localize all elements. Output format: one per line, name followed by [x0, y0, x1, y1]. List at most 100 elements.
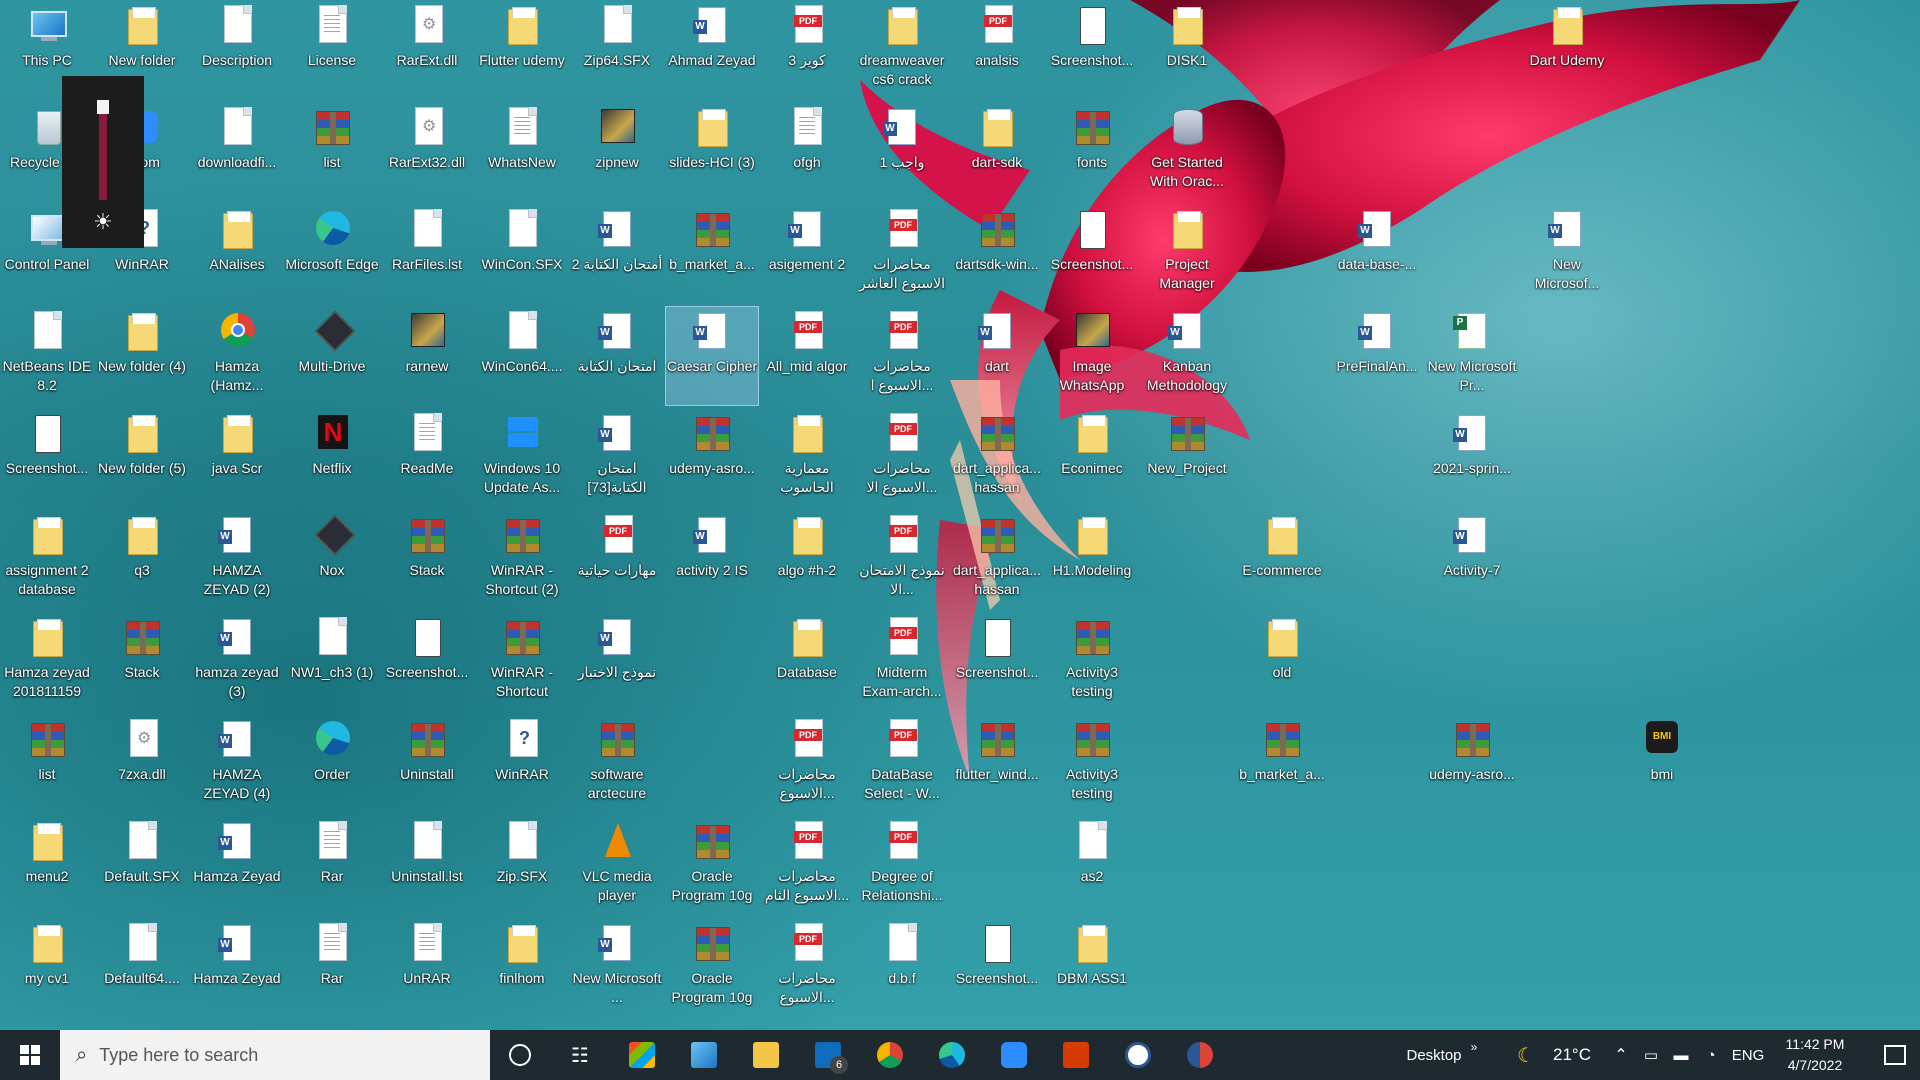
desktop-icon-hamza-zeyad[interactable]: Hamza Zeyad	[190, 918, 284, 1018]
desktop-icon-whatsnew[interactable]: WhatsNew	[475, 102, 569, 202]
desktop-icon-get-started-with-orac[interactable]: Get Started With Orac...	[1140, 102, 1234, 202]
desktop-icon-screenshot[interactable]: Screenshot...	[0, 408, 94, 508]
desktop-toolbar-label[interactable]: Desktop	[1394, 1030, 1474, 1080]
desktop-icon-أمتحان-الكتابة-2[interactable]: أمتحان الكتابة 2	[570, 204, 664, 304]
desktop-icon-all-mid-algor[interactable]: PDF All_mid algor	[760, 306, 854, 406]
desktop-icon-rarext32-dll[interactable]: RarExt32.dll	[380, 102, 474, 202]
desktop-icon-degree-of-relationshi[interactable]: PDF Degree of Relationshi...	[855, 816, 949, 916]
desktop-icon-analises[interactable]: ANalises	[190, 204, 284, 304]
desktop-icon-محاضرات-الاسبوع-ا[interactable]: PDF محاضرات الاسبوع ا...	[855, 306, 949, 406]
desktop-icon-hamza-zeyad-3[interactable]: hamza zeyad (3)	[190, 612, 284, 712]
desktop-icon-udemy-asro[interactable]: udemy-asro...	[665, 408, 759, 508]
desktop-icon-algo-h-2[interactable]: algo #h-2	[760, 510, 854, 610]
desktop-icon-واجب-1[interactable]: واجب 1	[855, 102, 949, 202]
desktop-icon-fonts[interactable]: fonts	[1045, 102, 1139, 202]
desktop-icon-analsis[interactable]: PDF analsis	[950, 0, 1044, 100]
brightness-slider-track[interactable]	[99, 100, 107, 200]
desktop-icon-java-scr[interactable]: java Scr	[190, 408, 284, 508]
desktop-icon-order[interactable]: Order	[285, 714, 379, 814]
desktop-icon-readme[interactable]: ReadMe	[380, 408, 474, 508]
desktop-icon-new-folder-4[interactable]: New folder (4)	[95, 306, 189, 406]
desktop-icon-q3[interactable]: q3	[95, 510, 189, 610]
desktop-icon-menu2[interactable]: menu2	[0, 816, 94, 916]
desktop-icon-محاضرات-الاسبوع-العاشر[interactable]: PDF محاضرات الاسبوع العاشر	[855, 204, 949, 304]
desktop-icon-activity-7[interactable]: Activity-7	[1425, 510, 1519, 610]
desktop-icon-image-whatsapp[interactable]: Image WhatsApp	[1045, 306, 1139, 406]
desktop-icon-new-microsof[interactable]: New Microsof...	[1520, 204, 1614, 304]
taskbar-store[interactable]	[612, 1030, 672, 1080]
desktop-icon-activity-2-is[interactable]: activity 2 IS	[665, 510, 759, 610]
task-view-button[interactable]: ☷	[550, 1030, 610, 1080]
desktop-icon-dartsdk-win[interactable]: dartsdk-win...	[950, 204, 1044, 304]
desktop-icon-finlhom[interactable]: finlhom	[475, 918, 569, 1018]
desktop-icon-zipnew[interactable]: zipnew	[570, 102, 664, 202]
desktop-icon-list[interactable]: list	[0, 714, 94, 814]
desktop-icon-kanban-methodology[interactable]: Kanban Methodology	[1140, 306, 1234, 406]
desktop-icon-dbm-ass1[interactable]: DBM ASS1	[1045, 918, 1139, 1018]
desktop-icon-econimec[interactable]: Econimec	[1045, 408, 1139, 508]
desktop-icon-screenshot[interactable]: Screenshot...	[950, 918, 1044, 1018]
desktop-icon-2021-sprin[interactable]: 2021-sprin...	[1425, 408, 1519, 508]
desktop-icon-list[interactable]: list	[285, 102, 379, 202]
desktop-icon-zip-sfx[interactable]: Zip.SFX	[475, 816, 569, 916]
taskbar-mail[interactable]: 6	[798, 1030, 858, 1080]
desktop-icon-my-cv1[interactable]: my cv1	[0, 918, 94, 1018]
desktop-icon-نموذج-الاختبار[interactable]: نموذج الاختبار	[570, 612, 664, 712]
desktop-icon-multi-drive[interactable]: Multi-Drive	[285, 306, 379, 406]
desktop-icon-hamza-hamz[interactable]: Hamza (Hamz...	[190, 306, 284, 406]
search-box[interactable]: ⌕ Type here to search	[60, 1030, 490, 1080]
desktop-icon-b-market-a[interactable]: b_market_a...	[665, 204, 759, 304]
desktop-icon-d-b-f[interactable]: d.b.f	[855, 918, 949, 1018]
desktop-icon-wincon64[interactable]: WinCon64....	[475, 306, 569, 406]
desktop-icon-asigement-2[interactable]: asigement 2	[760, 204, 854, 304]
desktop-icon-new-microsoft[interactable]: New Microsoft ...	[570, 918, 664, 1018]
desktop-icon-screenshot[interactable]: Screenshot...	[1045, 0, 1139, 100]
desktop-icon-7zxa-dll[interactable]: 7zxa.dll	[95, 714, 189, 814]
desktop-icon-windows-10-update-as[interactable]: Windows 10 Update As...	[475, 408, 569, 508]
desktop-icon-b-market-a[interactable]: b_market_a...	[1235, 714, 1329, 814]
desktop-icon-محاضرات-الاسبوع-الثام[interactable]: PDF محاضرات الاسبوع الثام...	[760, 816, 854, 916]
desktop-icon-default-sfx[interactable]: Default.SFX	[95, 816, 189, 916]
clock[interactable]: 11:42 PM 4/7/2022	[1770, 1034, 1860, 1076]
taskbar-chrome[interactable]	[860, 1030, 920, 1080]
taskbar-edge[interactable]	[922, 1030, 982, 1080]
desktop-icon-new-folder-5[interactable]: New folder (5)	[95, 408, 189, 508]
desktop-icon-midterm-exam-arch[interactable]: PDF Midterm Exam-arch...	[855, 612, 949, 712]
desktop-icon-rar[interactable]: Rar	[285, 918, 379, 1018]
cortana-button[interactable]	[490, 1030, 550, 1080]
desktop-icon-new-microsoft-pr[interactable]: New Microsoft Pr...	[1425, 306, 1519, 406]
desktop-icon-stack[interactable]: Stack	[380, 510, 474, 610]
desktop-icon-dart-applica-hassan[interactable]: dart_applica... hassan	[950, 408, 1044, 508]
desktop-icon-محاضرات-الاسبوع[interactable]: PDF محاضرات الاسبوع...	[760, 714, 854, 814]
desktop-icon-caesar-cipher[interactable]: Caesar Cipher	[665, 306, 759, 406]
desktop-icon-disk1[interactable]: DISK1	[1140, 0, 1234, 100]
desktop-icon-dreamweaver-cs6-crack[interactable]: dreamweaver cs6 crack	[855, 0, 949, 100]
desktop-icon-rar[interactable]: Rar	[285, 816, 379, 916]
weather-moon-icon[interactable]: ☾	[1508, 1030, 1544, 1080]
desktop-icon-dart-sdk[interactable]: dart-sdk	[950, 102, 1044, 202]
desktop-icon-محاضرات-الاسبوع-الا[interactable]: PDF محاضرات الاسبوع الا...	[855, 408, 949, 508]
notification-center-button[interactable]	[1870, 1030, 1920, 1080]
desktop-icon-winrar[interactable]: WinRAR	[475, 714, 569, 814]
desktop-icon-محاضرات-الاسبوع[interactable]: PDF محاضرات الاسبوع...	[760, 918, 854, 1018]
desktop-icon-uninstall[interactable]: Uninstall	[380, 714, 474, 814]
desktop-icon-امتحان-الكتابة[interactable]: امتحان الكتابة	[570, 306, 664, 406]
desktop-icon-screenshot[interactable]: Screenshot...	[380, 612, 474, 712]
desktop-icon-netflix[interactable]: N Netflix	[285, 408, 379, 508]
desktop-icon-dart-applica-hassan[interactable]: dart_applica... hassan	[950, 510, 1044, 610]
desktop-icon-h1-modeling[interactable]: H1.Modeling	[1045, 510, 1139, 610]
weather-temperature[interactable]: 21°C	[1544, 1030, 1600, 1080]
desktop-icon-prefinalan[interactable]: PreFinalAn...	[1330, 306, 1424, 406]
wifi-icon[interactable]: ◔	[1696, 1030, 1726, 1080]
desktop-icon-old[interactable]: old	[1235, 612, 1329, 712]
desktop-icon-oracle-program-10g[interactable]: Oracle Program 10g	[665, 816, 759, 916]
desktop-icon-uninstall-lst[interactable]: Uninstall.lst	[380, 816, 474, 916]
desktop-icon-rarext-dll[interactable]: RarExt.dll	[380, 0, 474, 100]
desktop-icon-dart-udemy[interactable]: Dart Udemy	[1520, 0, 1614, 100]
taskbar-word[interactable]	[1108, 1030, 1168, 1080]
desktop-icon-as2[interactable]: as2	[1045, 816, 1139, 916]
desktop-icon-wincon-sfx[interactable]: WinCon.SFX	[475, 204, 569, 304]
desktop-icon-slides-hci-3[interactable]: slides-HCI (3)	[665, 102, 759, 202]
desktop-icon-rarnew[interactable]: rarnew	[380, 306, 474, 406]
desktop-icon-نموذج-الامتحان-الا[interactable]: PDF نموذج الامتحان الا...	[855, 510, 949, 610]
